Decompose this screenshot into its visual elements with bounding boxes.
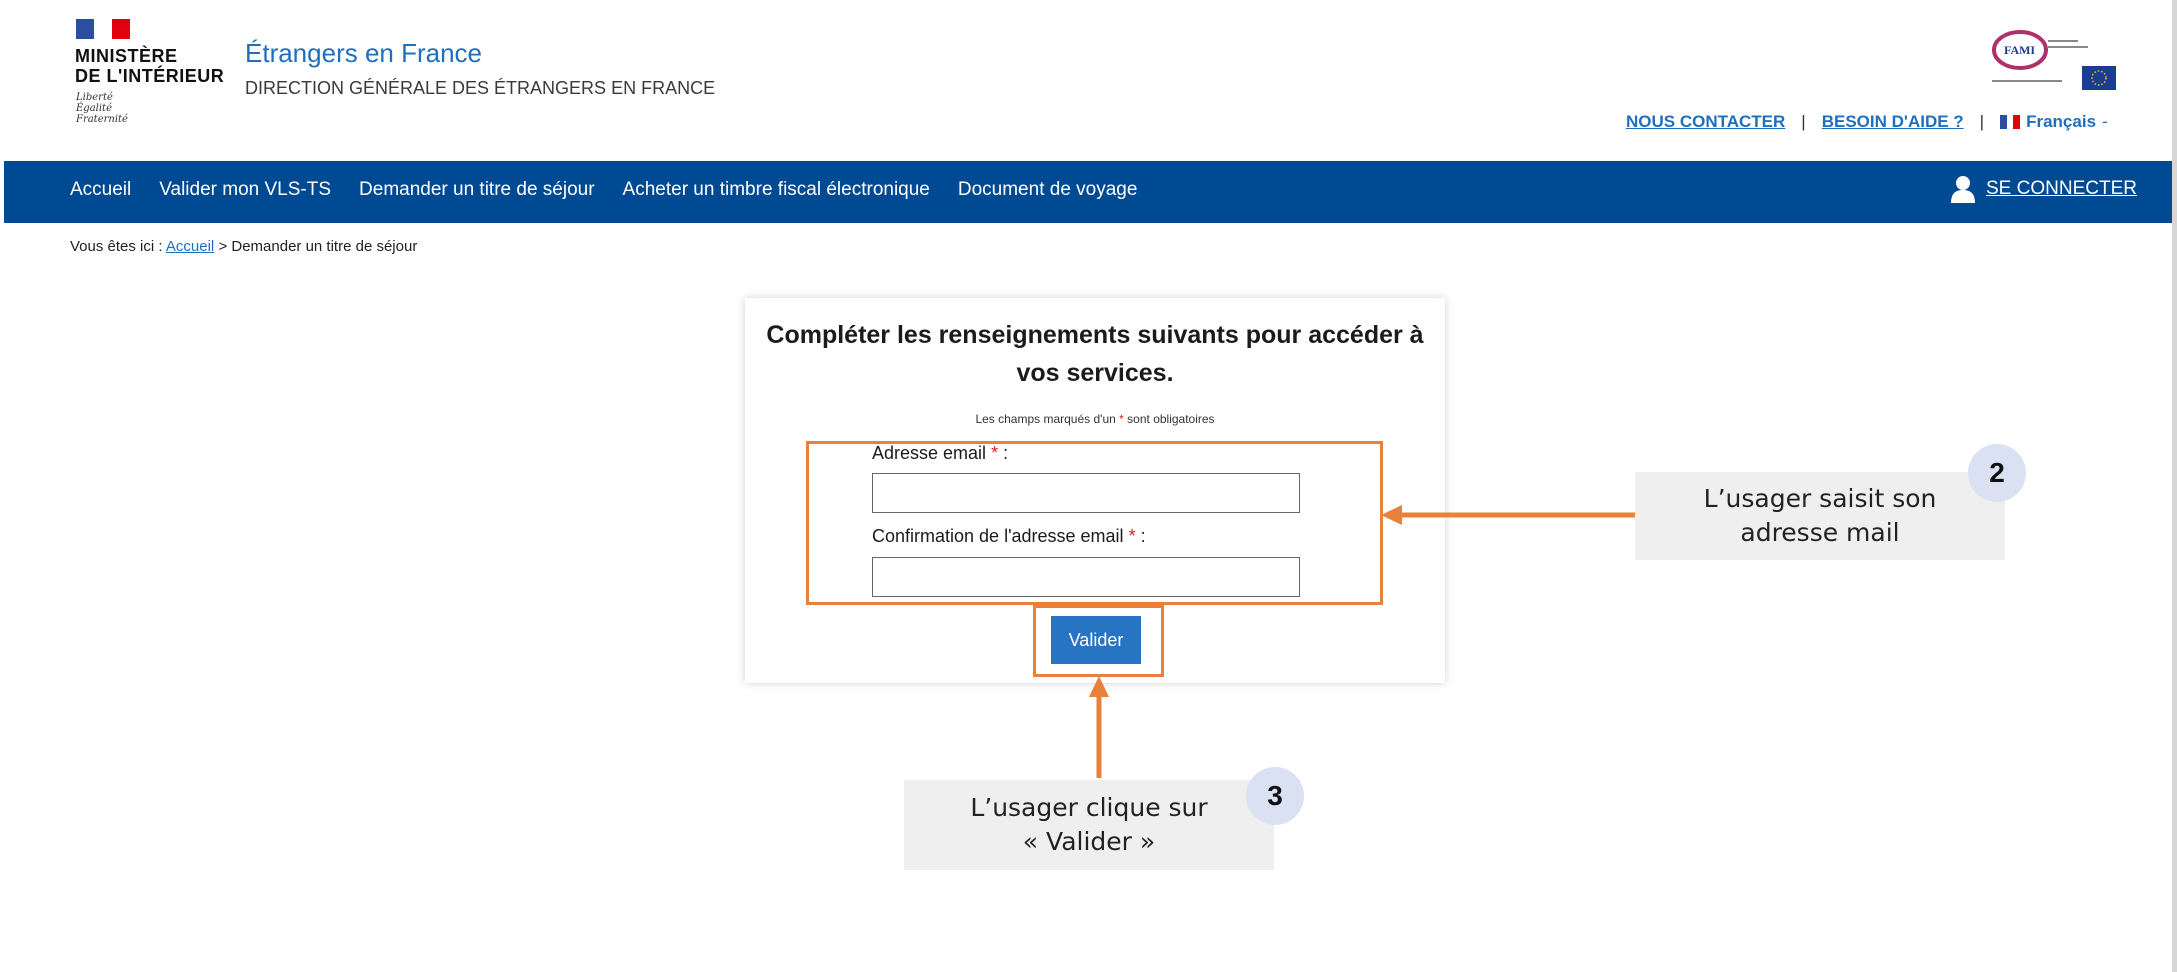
- callout-step3: L’usager clique sur « Valider »: [904, 780, 1274, 870]
- step3-badge: 3: [1246, 767, 1304, 825]
- callout-step2-line2: adresse mail: [1740, 518, 1900, 547]
- callout-step2: L’usager saisit son adresse mail: [1635, 472, 2005, 560]
- step2-badge: 2: [1968, 444, 2026, 502]
- callout-step2-line1: L’usager saisit son: [1703, 484, 1937, 513]
- window-edge: [2172, 0, 2177, 972]
- callout-step3-line1: L’usager clique sur: [970, 793, 1208, 822]
- arrow-head-left: [1381, 505, 1402, 525]
- arrow-head-up: [1089, 676, 1109, 697]
- callout-step3-line2: « Valider »: [1022, 827, 1156, 856]
